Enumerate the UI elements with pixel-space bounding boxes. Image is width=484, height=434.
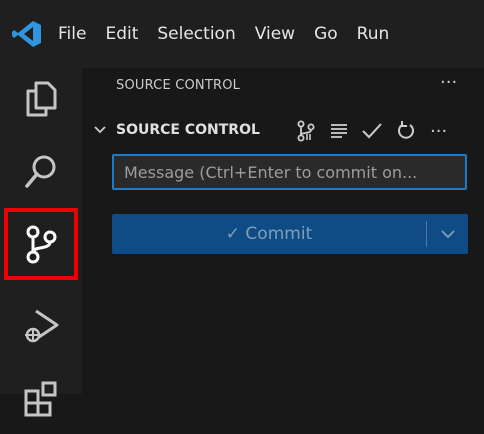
source-control-icon (26, 225, 57, 264)
menu-selection[interactable]: Selection (157, 24, 235, 44)
commit-check-button[interactable] (362, 122, 382, 140)
title-bar: File Edit Selection View Go Run (0, 0, 484, 68)
chevron-down-icon (94, 126, 106, 134)
extensions-button[interactable] (0, 364, 82, 434)
menu-go[interactable]: Go (314, 24, 338, 44)
list-icon (331, 124, 347, 138)
section-toolbar: ··· (296, 118, 447, 144)
vscode-logo-icon (12, 20, 42, 48)
run-debug-button[interactable] (0, 290, 82, 360)
check-icon (362, 123, 382, 139)
files-icon (26, 81, 57, 117)
search-icon (25, 155, 56, 188)
menu-bar: File Edit Selection View Go Run (58, 0, 408, 68)
view-graph-button[interactable] (296, 120, 316, 142)
menu-edit[interactable]: Edit (105, 24, 138, 44)
menu-run[interactable]: Run (357, 24, 390, 44)
commit-dropdown-button[interactable] (427, 214, 468, 254)
panel-more-actions-button[interactable]: ··· (440, 72, 457, 93)
commit-button[interactable]: ✓ Commit (112, 214, 426, 254)
panel-title: SOURCE CONTROL (116, 78, 241, 93)
search-button[interactable] (0, 136, 82, 206)
source-control-panel: SOURCE CONTROL ··· SOURCE CONTROL ··· Me… (82, 68, 484, 394)
activity-bar (0, 68, 82, 417)
section-more-actions-button[interactable]: ··· (430, 121, 447, 142)
menu-file[interactable]: File (58, 24, 86, 44)
refresh-icon (398, 121, 414, 139)
section-title: SOURCE CONTROL (116, 122, 260, 138)
refresh-button[interactable] (396, 121, 416, 141)
explorer-button[interactable] (0, 64, 82, 134)
source-control-section-header[interactable]: SOURCE CONTROL ··· (82, 118, 484, 144)
source-control-button[interactable] (4, 208, 78, 280)
menu-view[interactable]: View (255, 24, 295, 44)
commit-button-group: ✓ Commit (112, 214, 468, 254)
run-debug-icon (25, 309, 59, 343)
git-graph-icon (297, 120, 315, 142)
commit-message-input[interactable] (112, 154, 467, 190)
view-as-tree-button[interactable] (330, 123, 348, 139)
chevron-down-icon (440, 230, 455, 239)
extensions-icon (24, 381, 57, 417)
